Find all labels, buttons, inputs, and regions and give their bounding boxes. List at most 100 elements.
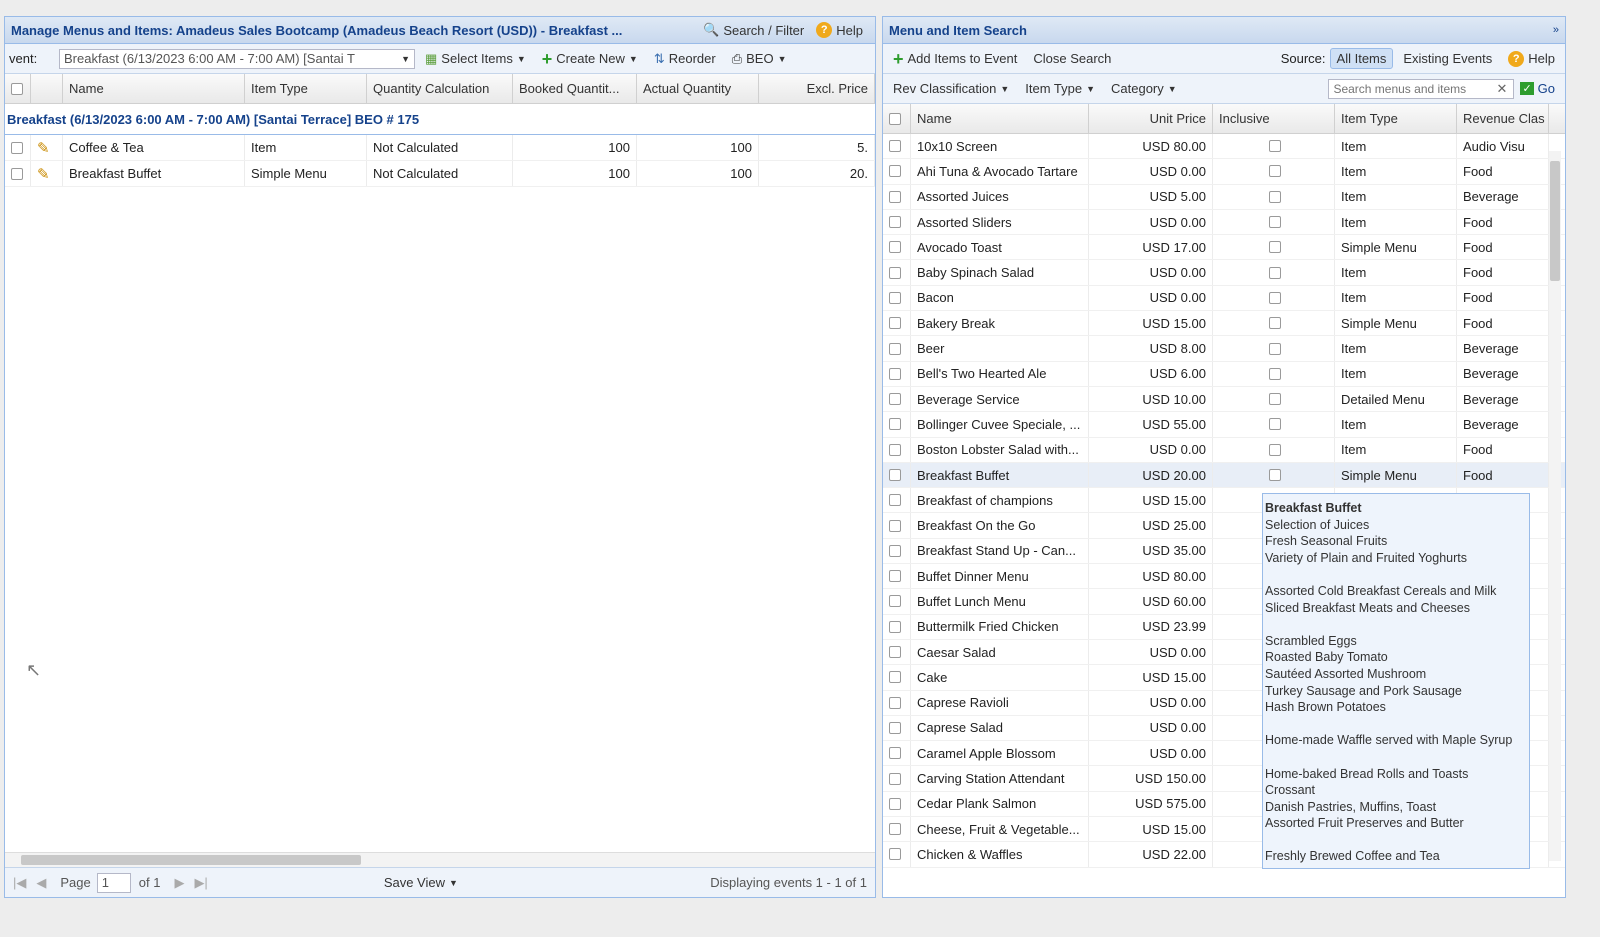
row-checkbox[interactable] bbox=[889, 216, 901, 229]
row-select-cell[interactable] bbox=[883, 386, 911, 412]
col-item-type[interactable]: Item Type bbox=[245, 74, 367, 103]
vertical-scrollbar[interactable] bbox=[1549, 151, 1561, 861]
collapse-icon[interactable]: » bbox=[1553, 24, 1559, 36]
row-checkbox[interactable] bbox=[889, 367, 901, 380]
row-select-cell[interactable] bbox=[883, 665, 911, 690]
event-group-header[interactable]: Breakfast (6/13/2023 6:00 AM - 7:00 AM) … bbox=[5, 104, 875, 135]
search-filter-button[interactable]: 🔍 Search / Filter bbox=[697, 22, 810, 38]
row-inclusive[interactable] bbox=[1213, 285, 1335, 311]
row-inclusive[interactable] bbox=[1213, 134, 1335, 159]
col-revenue-class[interactable]: Revenue Clas bbox=[1457, 104, 1549, 133]
inclusive-checkbox[interactable] bbox=[1269, 393, 1281, 406]
row-checkbox[interactable] bbox=[889, 747, 901, 760]
table-row[interactable]: Breakfast Buffet USD 20.00 Simple Menu Food bbox=[883, 462, 1565, 489]
inclusive-checkbox[interactable] bbox=[1269, 241, 1281, 254]
row-checkbox[interactable] bbox=[889, 797, 901, 810]
row-checkbox[interactable] bbox=[889, 823, 901, 836]
row-inclusive[interactable] bbox=[1213, 462, 1335, 488]
row-select-cell[interactable] bbox=[883, 538, 911, 564]
row-checkbox[interactable] bbox=[889, 772, 901, 785]
inclusive-checkbox[interactable] bbox=[1269, 317, 1281, 330]
right-help-button[interactable]: ? Help bbox=[1502, 50, 1561, 67]
row-select-cell[interactable] bbox=[883, 260, 911, 285]
row-select-cell[interactable] bbox=[883, 336, 911, 361]
row-checkbox[interactable] bbox=[889, 190, 901, 203]
row-select-cell[interactable] bbox=[883, 690, 911, 715]
last-page-icon[interactable]: ▶| bbox=[194, 875, 207, 891]
inclusive-checkbox[interactable] bbox=[1269, 140, 1281, 153]
table-row[interactable]: ✎ Coffee & Tea Item Not Calculated 100 100 5. bbox=[5, 135, 875, 161]
table-row[interactable]: Avocado Toast USD 17.00 Simple Menu Food bbox=[883, 235, 1565, 261]
row-checkbox[interactable] bbox=[889, 418, 901, 431]
table-row[interactable]: Beverage Service USD 10.00 Detailed Menu Be… bbox=[883, 386, 1565, 413]
all-items-toggle[interactable]: All Items bbox=[1329, 48, 1394, 69]
inclusive-checkbox[interactable] bbox=[1269, 165, 1281, 178]
row-select-cell[interactable] bbox=[883, 817, 911, 842]
pencil-icon[interactable]: ✎ bbox=[37, 139, 50, 157]
prev-page-icon[interactable]: ◀ bbox=[36, 875, 46, 891]
row-select-cell[interactable] bbox=[883, 412, 911, 437]
row-select-cell[interactable] bbox=[883, 285, 911, 311]
row-checkbox[interactable] bbox=[889, 165, 901, 178]
row-checkbox[interactable] bbox=[889, 570, 901, 583]
table-row[interactable]: Beer USD 8.00 Item Beverage bbox=[883, 336, 1565, 362]
row-select-cell[interactable] bbox=[883, 488, 911, 513]
inclusive-checkbox[interactable] bbox=[1269, 266, 1281, 279]
create-new-button[interactable]: + Create New ▼ bbox=[536, 50, 644, 68]
table-row[interactable]: Assorted Sliders USD 0.00 Item Food bbox=[883, 209, 1565, 236]
table-row[interactable]: Assorted Juices USD 5.00 Item Beverage bbox=[883, 184, 1565, 210]
row-inclusive[interactable] bbox=[1213, 311, 1335, 336]
left-help-button[interactable]: ? Help bbox=[810, 22, 869, 38]
row-edit-cell[interactable]: ✎ bbox=[31, 161, 63, 186]
row-checkbox[interactable] bbox=[889, 317, 901, 330]
select-all-cell[interactable] bbox=[883, 104, 911, 133]
row-select-cell[interactable] bbox=[883, 791, 911, 817]
col-name[interactable]: Name bbox=[63, 74, 245, 103]
row-checkbox[interactable] bbox=[889, 443, 901, 456]
col-unit-price[interactable]: Unit Price bbox=[1089, 104, 1213, 133]
row-checkbox[interactable] bbox=[889, 266, 901, 279]
select-all-cell[interactable] bbox=[5, 74, 31, 103]
table-row[interactable]: Boston Lobster Salad with... USD 0.00 Item… bbox=[883, 437, 1565, 463]
row-checkbox[interactable] bbox=[11, 141, 23, 154]
row-checkbox[interactable] bbox=[889, 646, 901, 659]
page-input[interactable]: 1 bbox=[96, 872, 131, 893]
category-filter[interactable]: Category ▼ bbox=[1105, 81, 1183, 96]
event-select[interactable]: Breakfast (6/13/2023 6:00 AM - 7:00 AM) … bbox=[59, 48, 415, 69]
row-select-cell[interactable] bbox=[883, 715, 911, 741]
row-checkbox[interactable] bbox=[889, 469, 901, 481]
inclusive-checkbox[interactable] bbox=[1269, 216, 1281, 229]
table-row[interactable]: Bakery Break USD 15.00 Simple Menu Food bbox=[883, 311, 1565, 337]
inclusive-checkbox[interactable] bbox=[1269, 291, 1281, 304]
row-checkbox[interactable] bbox=[889, 291, 901, 304]
row-select-cell[interactable] bbox=[883, 159, 911, 184]
row-select-cell[interactable] bbox=[5, 135, 31, 160]
col-quantity-calc[interactable]: Quantity Calculation bbox=[367, 74, 513, 103]
rev-classification-filter[interactable]: Rev Classification ▼ bbox=[887, 81, 1015, 96]
row-inclusive[interactable] bbox=[1213, 361, 1335, 386]
reorder-button[interactable]: ⇅ Reorder bbox=[648, 51, 722, 67]
row-inclusive[interactable] bbox=[1213, 437, 1335, 462]
row-checkbox[interactable] bbox=[889, 721, 901, 734]
row-select-cell[interactable] bbox=[883, 437, 911, 462]
row-inclusive[interactable] bbox=[1213, 235, 1335, 260]
beo-button[interactable]: ⎙ BEO ▼ bbox=[726, 51, 793, 67]
col-actual-quantity[interactable]: Actual Quantity bbox=[637, 74, 759, 103]
scroll-thumb[interactable] bbox=[21, 855, 361, 865]
row-select-cell[interactable] bbox=[883, 134, 911, 159]
pencil-icon[interactable]: ✎ bbox=[37, 165, 50, 183]
inclusive-checkbox[interactable] bbox=[1269, 443, 1281, 456]
col-excl-price[interactable]: Excl. Price bbox=[759, 74, 875, 103]
row-checkbox[interactable] bbox=[11, 167, 23, 180]
inclusive-checkbox[interactable] bbox=[1269, 418, 1281, 431]
select-all-checkbox[interactable] bbox=[11, 82, 23, 95]
row-select-cell[interactable] bbox=[883, 209, 911, 235]
row-select-cell[interactable] bbox=[883, 766, 911, 791]
row-select-cell[interactable] bbox=[883, 462, 911, 488]
col-booked-quantity[interactable]: Booked Quantit... bbox=[513, 74, 637, 103]
search-input[interactable] bbox=[1328, 78, 1515, 99]
horizontal-scrollbar[interactable] bbox=[5, 852, 875, 867]
inclusive-checkbox[interactable] bbox=[1269, 367, 1281, 380]
row-edit-cell[interactable]: ✎ bbox=[31, 135, 63, 160]
row-select-cell[interactable] bbox=[883, 614, 911, 639]
